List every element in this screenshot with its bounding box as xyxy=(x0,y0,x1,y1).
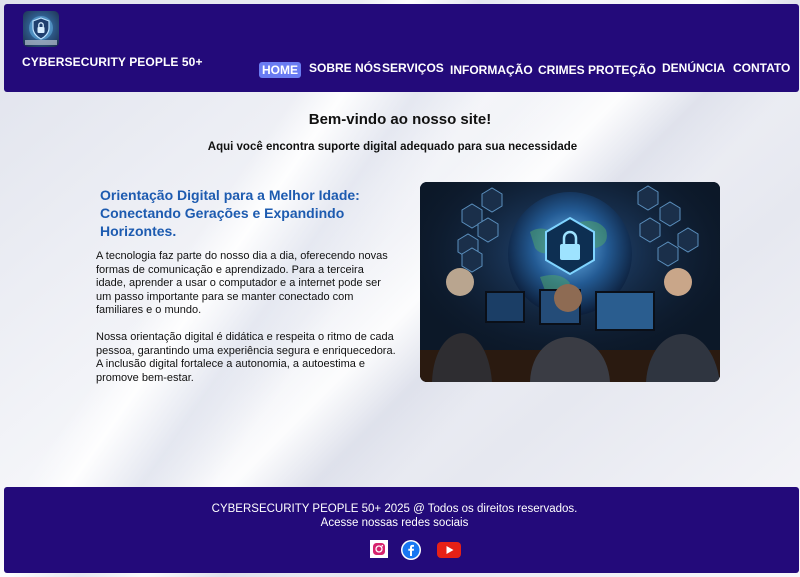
nav-informacao[interactable]: INFORMAÇÃO xyxy=(450,62,533,78)
instagram-icon[interactable] xyxy=(370,540,388,563)
site-header: CYBERSECURITY PEOPLE 50+ HOME SOBRE NÓS … xyxy=(4,4,799,92)
intro-paragraph: A tecnologia faz parte do nosso dia a di… xyxy=(96,250,388,316)
copyright-text: CYBERSECURITY PEOPLE 50+ 2025 @ Todos os… xyxy=(211,503,578,515)
orientation-paragraph: Nossa orientação digital é didática e re… xyxy=(96,331,396,384)
nav-servicos[interactable]: SERVIÇOS xyxy=(382,60,444,76)
nav-contato[interactable]: CONTATO xyxy=(733,60,790,76)
shield-lock-icon xyxy=(25,16,57,45)
site-footer: CYBERSECURITY PEOPLE 50+ 2025 @ Todos os… xyxy=(4,487,799,573)
nav-sobre-nos[interactable]: SOBRE NÓS xyxy=(309,60,381,76)
nav-protecao[interactable]: PROTEÇÃO xyxy=(588,62,656,78)
nav-crimes[interactable]: CRIMES xyxy=(538,62,585,78)
logo[interactable] xyxy=(23,11,59,47)
social-text: Acesse nossas redes sociais xyxy=(320,517,469,529)
social-icons xyxy=(4,540,799,562)
cybersecurity-illustration xyxy=(420,182,720,382)
youtube-icon[interactable] xyxy=(437,542,461,563)
section-title: Orientação Digital para a Melhor Idade: … xyxy=(100,187,360,239)
nav-home[interactable]: HOME xyxy=(259,62,301,78)
tagline: Aqui você encontra suporte digital adequ… xyxy=(207,141,578,153)
nav-denuncia[interactable]: DENÚNCIA xyxy=(662,60,725,76)
welcome-heading: Bem-vindo ao nosso site! xyxy=(308,111,492,128)
facebook-icon[interactable] xyxy=(401,540,421,565)
main-nav: HOME SOBRE NÓS SERVIÇOS INFORMAÇÃO CRIME… xyxy=(4,60,799,82)
hero-image xyxy=(420,182,720,382)
